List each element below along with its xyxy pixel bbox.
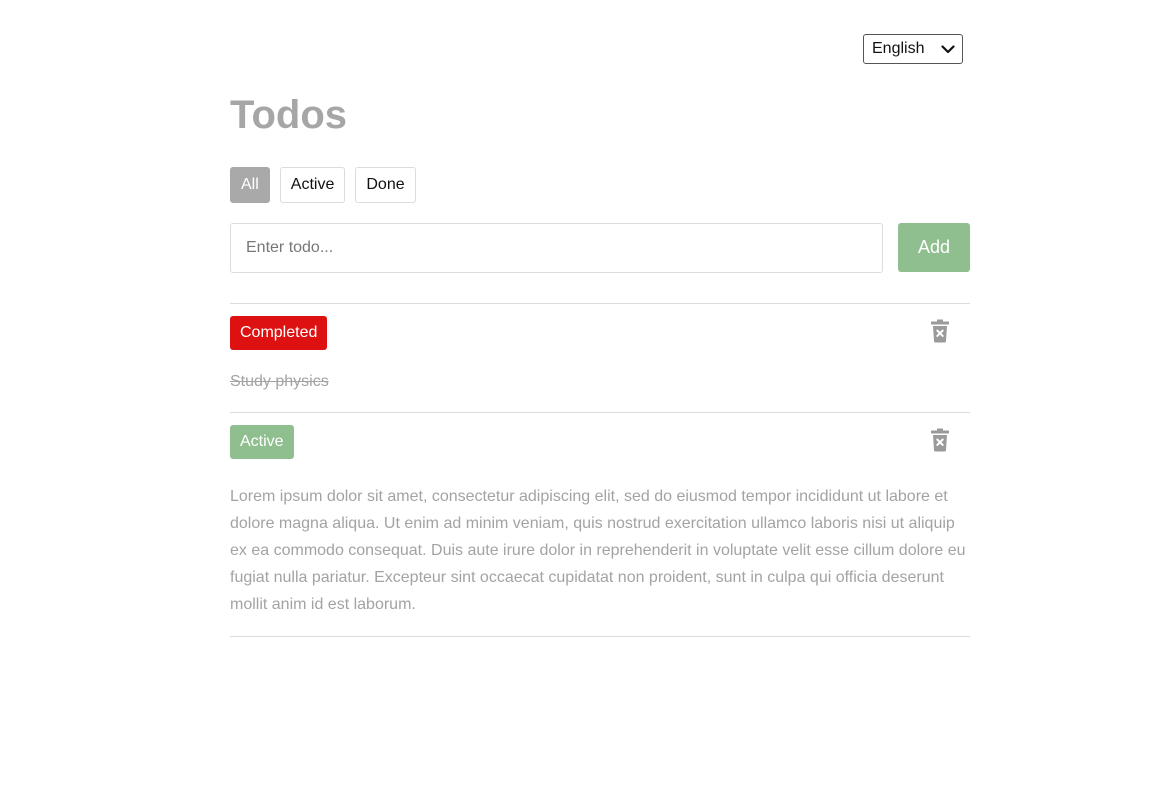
add-button[interactable]: Add — [898, 223, 970, 272]
page-title: Todos — [230, 93, 348, 137]
language-select-value: English — [872, 40, 925, 57]
todo-input[interactable] — [230, 223, 883, 273]
todo-text: Study physics — [230, 373, 329, 390]
todo-list: Completed Study physics Active Lorem ips… — [230, 303, 970, 637]
status-badge-active[interactable]: Active — [230, 425, 294, 459]
filter-done-button[interactable]: Done — [355, 167, 416, 203]
trash-icon[interactable] — [930, 319, 950, 343]
language-select[interactable]: English — [863, 34, 963, 64]
chevron-down-icon — [941, 44, 955, 54]
status-badge-completed[interactable]: Completed — [230, 316, 328, 350]
filter-group: All Active Done — [230, 167, 416, 203]
filter-active-button[interactable]: Active — [279, 167, 346, 203]
todo-item: Completed Study physics — [230, 304, 970, 413]
todo-text: Lorem ipsum dolor sit amet, consectetur … — [230, 488, 966, 613]
filter-all-button[interactable]: All — [230, 167, 270, 203]
todo-item: Active Lorem ipsum dolor sit amet, conse… — [230, 413, 970, 637]
trash-icon[interactable] — [930, 428, 950, 452]
